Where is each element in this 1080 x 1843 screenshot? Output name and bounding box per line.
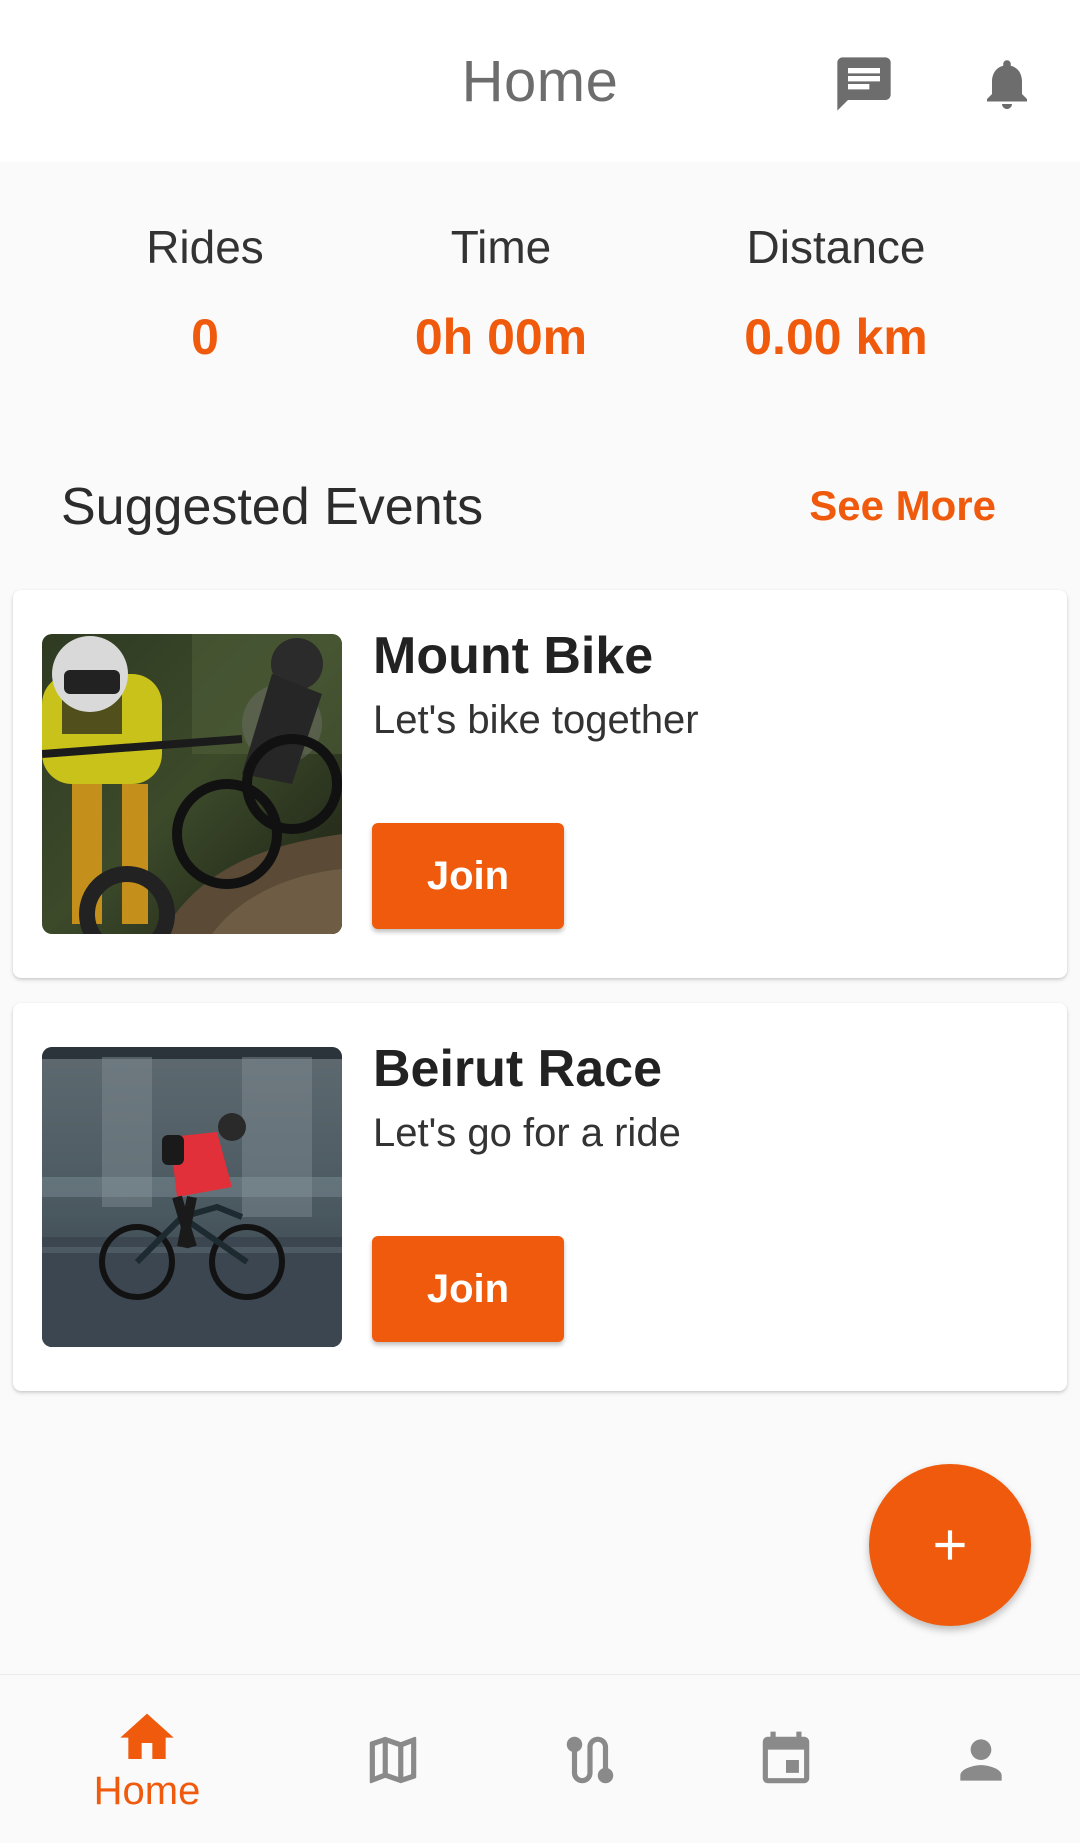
join-button[interactable]: Join (372, 823, 564, 929)
stat-time-value: 0h 00m (414, 309, 588, 365)
plus-icon (935, 1530, 965, 1560)
stat-distance-label: Distance (746, 221, 926, 273)
nav-item-events[interactable] (678, 1675, 894, 1843)
suggested-events-title: Suggested Events (61, 478, 484, 536)
nav-item-profile[interactable] (873, 1675, 1080, 1843)
nav-item-home[interactable]: Home (39, 1675, 255, 1843)
nav-item-label: Home (93, 1769, 201, 1813)
bell-icon (987, 60, 1027, 109)
stat-rides-value: 0 (191, 309, 219, 365)
event-name: Beirut Race (373, 1040, 662, 1098)
chat-icon (837, 57, 891, 111)
see-more-link[interactable]: See More (809, 482, 996, 530)
stat-distance-value: 0.00 km (744, 309, 928, 365)
map-icon (369, 1736, 417, 1783)
app-root: Home Rides 0 Time 0h 00m Distance 0.00 k… (0, 0, 1080, 1843)
join-button[interactable]: Join (372, 1236, 564, 1342)
stat-rides: Rides 0 (45, 220, 365, 366)
stat-rides-label: Rides (146, 221, 264, 273)
event-name: Mount Bike (373, 627, 654, 685)
person-icon (960, 1738, 1002, 1781)
chat-button[interactable] (824, 44, 904, 124)
stat-time: Time 0h 00m (341, 220, 661, 366)
bottom-navigation: Home (0, 1674, 1080, 1843)
event-image-mount-bike (42, 634, 342, 934)
event-card-mount-bike[interactable]: Mount Bike Let's bike together Join (13, 590, 1067, 978)
add-ride-fab[interactable] (869, 1464, 1031, 1626)
nav-item-routes[interactable] (482, 1675, 698, 1843)
event-description: Let's go for a ride (373, 1111, 681, 1155)
home-icon (120, 1713, 174, 1759)
top-app-bar: Home (0, 0, 1080, 162)
nav-item-map[interactable] (285, 1675, 501, 1843)
page-title: Home (461, 49, 619, 114)
notifications-button[interactable] (967, 44, 1047, 124)
calendar-icon (762, 1731, 810, 1783)
event-card-beirut-race[interactable]: Beirut Race Let's go for a ride Join (13, 1003, 1067, 1391)
stat-distance: Distance 0.00 km (676, 220, 996, 366)
event-description: Let's bike together (373, 698, 699, 742)
event-image-beirut-race (42, 1047, 342, 1347)
route-icon (566, 1736, 614, 1783)
ride-stats: Rides 0 Time 0h 00m Distance 0.00 km (0, 220, 1080, 380)
stat-time-label: Time (450, 221, 552, 273)
